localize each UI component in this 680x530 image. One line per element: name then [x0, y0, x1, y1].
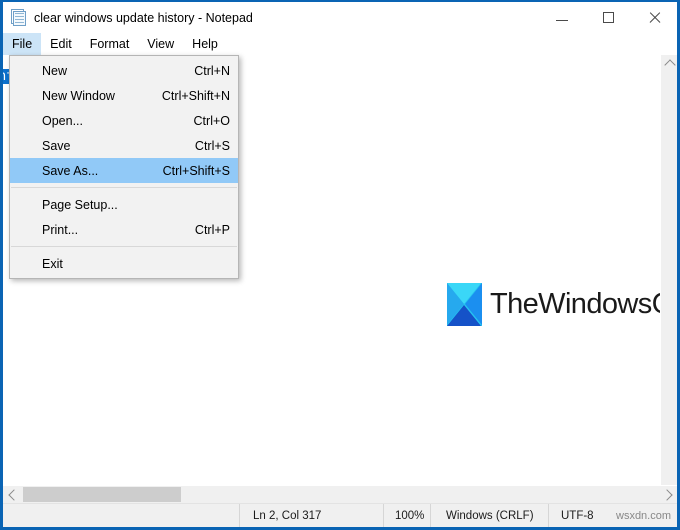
status-spacer — [3, 504, 239, 527]
thewindowsclub-brand-text: TheWindowsClub — [490, 288, 677, 320]
menu-item-print[interactable]: Print... Ctrl+P — [10, 217, 238, 242]
menu-item-page-setup-label: Page Setup... — [42, 197, 118, 212]
status-line-column: Ln 2, Col 317 — [239, 504, 383, 527]
menu-item-print-accel: Ctrl+P — [194, 222, 230, 237]
menu-item-save-as-label: Save As... — [42, 163, 99, 178]
maximize-icon — [602, 12, 614, 23]
menu-item-exit-label: Exit — [42, 256, 63, 271]
close-icon — [648, 11, 661, 24]
status-zoom[interactable]: 100% — [383, 504, 430, 527]
menu-item-print-label: Print... — [42, 222, 79, 237]
notepad-window: clear windows update history - Notepad F… — [0, 0, 680, 530]
scroll-right-button[interactable] — [659, 486, 677, 503]
horizontal-scrollbar[interactable] — [3, 485, 677, 503]
menubar-item-edit[interactable]: Edit — [41, 33, 81, 55]
menu-item-page-setup[interactable]: Page Setup... — [10, 192, 238, 217]
menubar-item-file[interactable]: File — [3, 33, 42, 55]
title-bar[interactable]: clear windows update history - Notepad — [3, 2, 677, 33]
menu-item-new-accel: Ctrl+N — [194, 63, 230, 78]
minimize-icon — [556, 20, 568, 21]
thewindowsclub-logo-icon — [447, 283, 482, 326]
menu-item-open[interactable]: Open... Ctrl+O — [10, 108, 238, 133]
chevron-up-icon — [663, 59, 676, 71]
menu-item-save-label: Save — [42, 138, 71, 153]
status-bar: Ln 2, Col 317 100% Windows (CRLF) UTF-8 … — [3, 503, 677, 527]
thewindowsclub-watermark: TheWindowsClub — [447, 283, 677, 326]
maximize-button[interactable] — [585, 2, 631, 33]
menu-item-open-accel: Ctrl+O — [193, 113, 230, 128]
status-site-watermark: wsxdn.com — [616, 509, 672, 522]
scroll-up-button[interactable] — [661, 55, 677, 72]
menu-item-new-window-accel: Ctrl+Shift+N — [161, 88, 230, 103]
menu-item-new-label: New — [42, 63, 68, 78]
menu-separator-1 — [11, 187, 237, 188]
menu-bar: File Edit Format View Help — [3, 33, 677, 55]
menu-item-save-accel: Ctrl+S — [194, 138, 230, 153]
file-menu-popup: New Ctrl+N New Window Ctrl+Shift+N Open.… — [9, 55, 239, 279]
menubar-item-help[interactable]: Help — [183, 33, 227, 55]
menu-item-save[interactable]: Save Ctrl+S — [10, 133, 238, 158]
screenshot-root: clear windows update history - Notepad F… — [0, 0, 680, 530]
notepad-icon — [10, 9, 27, 26]
menu-item-new[interactable]: New Ctrl+N — [10, 58, 238, 83]
minimize-button[interactable] — [539, 2, 585, 33]
menubar-item-format[interactable]: Format — [81, 33, 139, 55]
window-title: clear windows update history - Notepad — [34, 10, 253, 25]
menu-item-save-as[interactable]: Save As... Ctrl+Shift+S — [10, 158, 238, 183]
menu-item-open-label: Open... — [42, 113, 83, 128]
menu-separator-2 — [11, 246, 237, 247]
menubar-item-view[interactable]: View — [138, 33, 183, 55]
menu-item-save-as-accel: Ctrl+Shift+S — [162, 163, 230, 178]
menu-item-new-window-label: New Window — [42, 88, 115, 103]
chevron-right-icon — [660, 488, 673, 501]
vertical-scrollbar[interactable] — [660, 55, 677, 485]
status-line-ending: Windows (CRLF) — [430, 504, 548, 527]
status-encoding: UTF-8 — [548, 504, 610, 527]
horizontal-scroll-thumb[interactable] — [23, 487, 181, 502]
chevron-left-icon — [7, 488, 20, 501]
scroll-left-button[interactable] — [3, 486, 21, 503]
menu-item-new-window[interactable]: New Window Ctrl+Shift+N — [10, 83, 238, 108]
menu-item-exit[interactable]: Exit — [10, 251, 238, 276]
caption-buttons — [539, 2, 677, 33]
close-button[interactable] — [631, 2, 677, 33]
